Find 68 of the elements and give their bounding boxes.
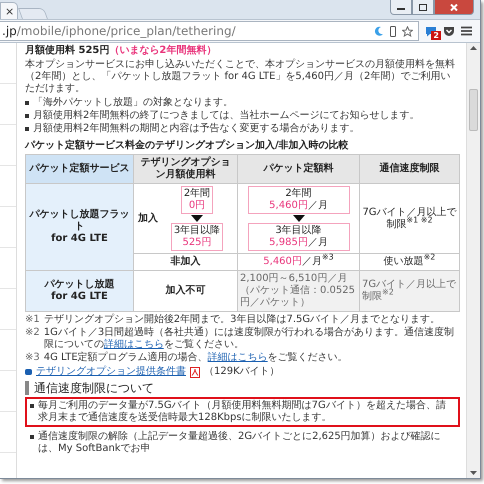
footnote-text: 4G LTE定額プログラム適用の場合、詳細はこちら をご覧ください。 [44,352,348,364]
price-label: 0円 [188,200,206,212]
details-link[interactable]: 詳細はこちら [104,339,164,350]
browser-tab[interactable]: × [0,2,18,19]
down-arrow-icon [191,215,203,222]
pdf-icon[interactable] [190,366,200,378]
link-bullet-icon [25,369,32,375]
period-label: 2年間 [184,188,210,200]
scrollbar-thumb[interactable] [469,89,478,131]
footnote-text: テザリングオプション開始後2年間まで。3年目以降は7.5Gバイト／月までとなります。 [44,314,440,326]
price-heading: 月額使用料 525円 [25,45,110,56]
column-header: パケット定額料 [238,154,360,184]
price-label: 5,985円／月 [268,237,329,249]
period-label: 3年目以降 [174,225,220,237]
period-label: 2年間 [284,188,313,200]
file-size: （129Kバイト） [204,366,280,378]
minimize-button[interactable] [390,0,412,15]
bullet-icon [25,101,29,105]
scroll-down-icon[interactable] [470,471,477,475]
notification-badge: 2 [431,30,441,40]
free-note: （いまなら2年間無料） [109,45,216,56]
phone-icon[interactable] [390,26,396,36]
pocket-icon[interactable] [443,26,455,36]
address-field[interactable]: .jp/mobile/iphone/price_plan/tethering/ [0,21,419,41]
menu-icon[interactable] [461,26,472,36]
service-name: パケットし放題 [43,279,116,291]
maximize-icon [419,4,427,10]
bullet-text: 毎月ご利用のデータ量が7.5Gバイト（月額使用料無料期間は7Gバイト）を超えた場合、請求月末まで通信速度を送受信時最大128Kbpsに制限いたします。 [38,400,447,424]
close-icon [450,4,458,10]
price-label: 2,100円～6,510円／月 [240,273,348,284]
maximize-button[interactable] [412,0,434,15]
bullet-icon [25,114,29,118]
bullet-text: 月額使用料2年間無料の期間と内容は予告なく変更する場合があります。 [33,123,360,135]
table-cell: 7Gバイト／月以上で制限$^{※1 ※2}$ [360,184,460,254]
footnote-mark: ※2 [25,327,40,340]
period-label: 3年目以降 [274,225,323,237]
scroll-up-icon[interactable] [470,46,477,50]
column-header: パケット定額サービス [26,154,134,184]
service-name: for 4G LTE [50,291,109,303]
footnote-mark: ※3 [25,352,40,364]
column-header: テザリングオプション月額使用料 [134,154,238,184]
price-label: 5,460円／月 [268,200,329,212]
table-title: パケット定額サービス料金のテザリングオプション加入/非加入時の比較 [25,140,350,152]
intro-paragraph: 本オプションサービスにお申し込みいただくことで、本オプションサービスの月額使用料を無料（2年間）とし、「パケットし放題フラット for 4G LTE」を5,460円／月（2年間）でご利用いただけます。 [25,59,456,95]
table-cell: 非加入 [134,254,238,270]
bullet-text: 通信速度制限の解除（上記データ量超過後、2Gバイトごとに2,625円加算）および確認には、My SoftBankでお申 [38,431,442,456]
moon-icon[interactable] [374,26,384,36]
service-name: for 4G LTE [50,233,109,245]
price-label: 525円 [181,237,213,249]
bullet-icon [25,127,29,131]
table-cell: 7Gバイト／月以上で制限$^{※2}$ [360,270,460,312]
footnote-text: 1Gバイト／3日間超過時（各社共通）には速度制限が行われる場合があります。通信速度制限についての詳細はこちら をご覧ください。 [44,327,456,351]
down-arrow-icon [292,215,304,222]
status-label: 加入 [138,212,158,224]
details-link[interactable]: 詳細はこちら [208,352,268,363]
bullet-icon [30,404,34,408]
extension-button[interactable]: 2 [425,26,437,36]
bullet-text: 「海外パケットし放題」の対象となります。 [33,97,233,109]
bullet-text: 月額使用料2年間無料の終了につきましては、当社ホームページにてお知らせします。 [33,110,420,122]
close-button[interactable] [434,0,474,15]
section-heading: 通信速度制限について [25,381,460,396]
footnote-mark: ※1 [25,314,40,326]
bullet-icon [30,435,34,440]
star-icon[interactable] [402,26,413,36]
document-link[interactable]: テザリングオプション提供条件書 [36,366,186,378]
column-header: 通信速度制限 [360,154,460,184]
price-note: （パケット通信：0.0525円／パケット） [240,285,356,309]
tab-close-button[interactable]: × [5,6,14,16]
